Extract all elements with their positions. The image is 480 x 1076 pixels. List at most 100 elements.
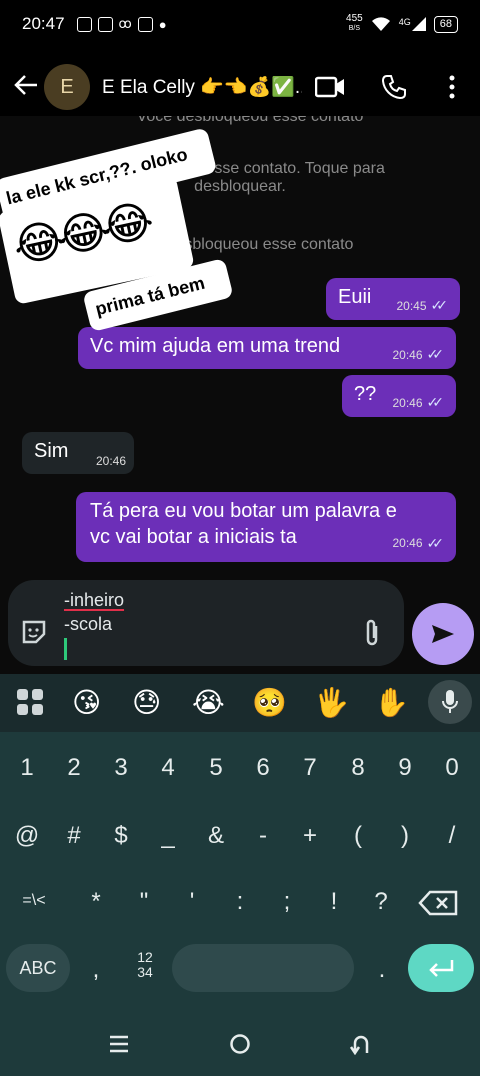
more-options-icon[interactable]: [430, 58, 474, 116]
link-icon: ꝏ: [118, 16, 132, 31]
message-time: 20:46: [392, 395, 423, 410]
read-ticks-icon: ✓✓: [426, 346, 445, 362]
attach-icon[interactable]: [360, 618, 384, 653]
key-colon[interactable]: :: [220, 888, 260, 916]
key-ampersand[interactable]: &: [196, 822, 236, 850]
message-text: Vc mim ajuda em uma trend: [90, 335, 341, 357]
key-open-paren[interactable]: (: [338, 822, 378, 850]
phone-call-icon[interactable]: [372, 58, 416, 116]
emoji-raised-hand-icon[interactable]: ✋: [374, 686, 409, 719]
emoji-kiss-icon[interactable]: 😘: [72, 686, 101, 719]
keyboard-suggestion-row: 😘 😓 😭 🥺 🖐 ✋: [0, 674, 480, 732]
key-0[interactable]: 0: [432, 754, 472, 782]
text-cursor: [64, 638, 67, 660]
key-semicolon[interactable]: ;: [267, 888, 307, 916]
key-underscore[interactable]: _: [148, 822, 188, 850]
message-time: 20:45: [396, 298, 427, 313]
key-period[interactable]: .: [362, 956, 402, 984]
notification-icons: ꝏ ●: [76, 16, 167, 32]
key-dollar[interactable]: $: [101, 822, 141, 850]
recent-apps-icon[interactable]: [108, 1034, 130, 1059]
emoji-pleading-icon[interactable]: 🥺: [252, 686, 287, 719]
contact-name[interactable]: E Ela Celly 👉👈💰✅...: [102, 75, 302, 99]
emoji-sweat-icon[interactable]: 😓: [132, 686, 161, 719]
back-arrow-icon[interactable]: [6, 72, 46, 103]
key-double-quote[interactable]: ": [124, 888, 164, 916]
key-at[interactable]: @: [7, 822, 47, 850]
message-composer[interactable]: -inheiro -scola: [8, 580, 404, 666]
key-slash[interactable]: /: [432, 822, 472, 850]
key-asterisk[interactable]: *: [76, 888, 116, 916]
cell-signal-icon: 4G: [399, 17, 426, 31]
read-ticks-icon: ✓✓: [426, 535, 445, 551]
status-bar: 20:47 ꝏ ● 455 B/S 4G 68: [0, 0, 480, 48]
numpad-key-top: 12: [137, 949, 153, 965]
key-single-quote[interactable]: ': [172, 888, 212, 916]
message-input[interactable]: -inheiro -scola: [64, 588, 124, 660]
back-nav-icon[interactable]: [349, 1033, 371, 1060]
calendar-icon: [137, 16, 153, 32]
backspace-icon[interactable]: [418, 890, 458, 921]
message-time: 20:46: [392, 536, 423, 550]
key-more-symbols[interactable]: =\<: [14, 892, 54, 910]
avatar[interactable]: E: [44, 64, 90, 110]
outgoing-message[interactable]: ?? 20:46 ✓✓: [342, 375, 456, 417]
key-9[interactable]: 9: [385, 754, 425, 782]
key-6[interactable]: 6: [243, 754, 283, 782]
more-notifications-dot-icon: ●: [158, 16, 167, 32]
key-close-paren[interactable]: ): [385, 822, 425, 850]
network-speed-value: 455: [346, 13, 363, 24]
key-plus[interactable]: +: [290, 822, 330, 850]
app-notification-icon: [76, 16, 92, 32]
wifi-icon: [371, 17, 390, 31]
read-ticks-icon: ✓✓: [426, 394, 445, 410]
read-ticks-icon: ✓✓: [430, 297, 449, 313]
key-minus[interactable]: -: [243, 822, 283, 850]
key-question[interactable]: ?: [361, 888, 401, 916]
home-icon[interactable]: [229, 1033, 251, 1060]
message-meta: 20:46 ✓✓: [393, 346, 445, 363]
battery-icon: 68: [433, 15, 458, 33]
system-icons: 455 B/S 4G 68: [346, 14, 458, 34]
bible-app-icon: [97, 16, 113, 32]
enter-key[interactable]: [408, 944, 474, 992]
video-call-icon[interactable]: [308, 58, 352, 116]
sticker-icon[interactable]: [20, 618, 48, 651]
message-meta: 20:46: [96, 454, 126, 468]
key-2[interactable]: 2: [54, 754, 94, 782]
key-comma[interactable]: ,: [76, 956, 116, 984]
incoming-message[interactable]: Sim 20:46: [22, 432, 134, 474]
message-meta: 20:46 ✓✓: [393, 530, 445, 556]
microphone-icon[interactable]: [428, 680, 472, 724]
abc-key[interactable]: ABC: [6, 944, 70, 992]
outgoing-message[interactable]: Euii 20:45 ✓✓: [326, 278, 460, 320]
message-text: Euii: [338, 286, 372, 308]
send-button[interactable]: [412, 603, 474, 665]
message-text: Sim: [34, 440, 69, 462]
network-speed: 455 B/S: [346, 14, 363, 34]
chat-header: E E Ela Celly 👉👈💰✅...: [0, 58, 480, 116]
key-hash[interactable]: #: [54, 822, 94, 850]
key-5[interactable]: 5: [196, 754, 236, 782]
message-text: vc vai botar a iniciais ta: [90, 526, 297, 548]
input-line: -scola: [64, 614, 113, 634]
apps-grid-icon[interactable]: [16, 688, 44, 721]
input-line-text: -inheiro: [64, 590, 125, 610]
key-4[interactable]: 4: [148, 754, 188, 782]
sticker[interactable]: la ele kk scr,??. oloko 😂😂😂 prima tá bem: [0, 116, 240, 336]
emoji-hand-icon[interactable]: 🖐: [314, 686, 349, 719]
key-exclamation[interactable]: !: [314, 888, 354, 916]
message-time: 20:46: [95, 454, 126, 468]
key-8[interactable]: 8: [338, 754, 378, 782]
message-text: Tá pera eu vou botar um palavra e: [90, 500, 397, 522]
message-text: ??: [354, 383, 377, 405]
key-1[interactable]: 1: [7, 754, 47, 782]
numpad-key[interactable]: 12 34: [130, 950, 160, 980]
space-bar[interactable]: [172, 944, 354, 992]
key-7[interactable]: 7: [290, 754, 330, 782]
enter-icon: [429, 960, 454, 977]
key-3[interactable]: 3: [101, 754, 141, 782]
message-meta: 20:45 ✓✓: [397, 297, 449, 314]
emoji-crying-icon[interactable]: 😭: [192, 686, 225, 719]
outgoing-message[interactable]: Tá pera eu vou botar um palavra e vc vai…: [76, 492, 456, 562]
